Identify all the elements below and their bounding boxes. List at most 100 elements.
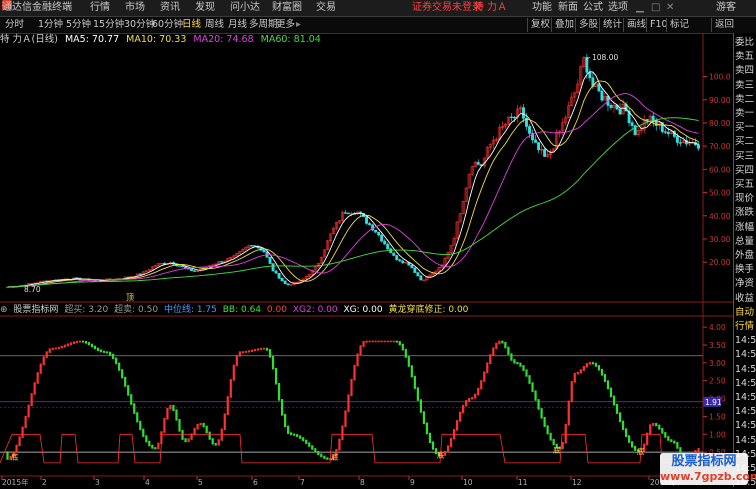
ma10-line [7,80,699,288]
wave-segment [30,393,33,407]
candle-body [368,223,372,226]
wave-segment [631,441,634,448]
wave-segment [326,457,329,460]
candle-body [262,249,266,253]
wave-segment [459,411,462,422]
candle-body [286,283,290,286]
sidebar-item: 涨跌 [735,207,755,219]
candle-body [365,216,369,224]
wave-segment [105,351,109,354]
candle-body [663,131,667,133]
wave-segment [634,445,637,451]
wave-segment [655,422,658,427]
candle-body [678,142,682,144]
x-tick-label: 2015年 [2,477,29,487]
candle-body [392,252,396,256]
wave-segment [585,363,588,368]
wave-segment [498,340,501,345]
wave-segment [305,439,308,444]
wave-segment [462,404,465,414]
x-tick-label: 12 [572,478,582,487]
wave-segment [501,340,504,344]
x-tick-label: 4 [145,478,150,487]
candle-body [271,263,275,272]
wave-segment [232,364,235,381]
wave-segment [510,353,513,361]
candle-body [344,212,347,214]
wave-segment [652,422,655,426]
candle-body [597,83,601,92]
wave-segment [33,382,36,395]
quote-sidebar: 委比 卖五 卖四 卖三 卖二 卖一 买一 买二 买三 买四 买五 现价 涨跌 涨幅 总量 外盘 换手 净资 收益 自动… [733,33,756,488]
ma5-line [7,71,699,288]
sidebar-item: 14:50 [735,335,756,347]
wave-segment [277,382,281,401]
wave-segment [202,422,205,428]
wave-segment [208,431,211,440]
candle-body [522,107,525,119]
candle-body [618,108,622,115]
bottom-mark-label: 底 [437,450,445,460]
sidebar-item: 买五 [735,179,755,190]
candle-body [419,275,423,281]
candle-body [422,279,426,282]
wave-segment [621,420,625,430]
sidebar-item: 14:50 [735,406,756,418]
wave-segment [72,341,75,344]
wave-segment [69,342,72,346]
price-tick-label: 40.00 [709,212,731,221]
top-mark-label: 顶 [126,293,134,302]
candle-body [476,162,480,165]
sidebar-item: 净资 [735,278,755,290]
sidebar-item: 卖二 [735,93,755,105]
wave-segment [121,369,124,379]
wave-segment [573,372,576,383]
wave-segment [564,423,567,444]
wave-segment [115,357,118,365]
wave-segment [157,442,160,450]
x-tick-label: 11 [518,478,528,487]
wave-segment [274,367,278,385]
wave-segment [419,399,422,413]
wave-segment [356,353,359,367]
wave-segment [299,435,302,439]
wave-segment [127,385,130,396]
sidebar-item: 买三 [735,150,755,162]
wave-segment [398,341,401,346]
price-tick-label: 20.00 [709,258,731,267]
wave-segment [250,349,254,352]
wave-segment [163,417,166,433]
sidebar-item: 涨幅 [735,221,755,233]
wave-segment [495,342,498,349]
wave-segment [413,375,416,389]
wave-segment [649,424,652,435]
wave-segment [314,448,317,453]
wave-segment [588,362,591,365]
candle-body [398,259,402,262]
wave-segment [151,444,154,449]
candle-body [675,136,679,143]
wave-segment [609,387,613,398]
candle-body [609,105,613,108]
candle-body [697,144,700,149]
wave-segment [492,347,495,356]
candle-body [377,231,381,236]
wave-segment [226,396,229,416]
wave-segment [540,408,543,419]
wave-segment [570,381,573,403]
sidebar-item: 卖一 [735,108,755,119]
wave-segment [480,380,483,390]
indicator-tick-label: 2.50 [709,377,726,386]
kline-chart[interactable]: 100.0 90.00 80.00 70.00 60.00 50.00 40.00 30.00… [0,0,733,487]
candle-body [374,229,378,233]
wave-segment [395,340,398,343]
wave-segment [256,348,260,351]
wave-segment [468,397,471,402]
wave-segment [290,432,293,436]
wave-segment [425,422,429,435]
wave-segment [383,340,386,343]
indicator-tick-label: 3.50 [709,341,726,350]
wave-segment [667,436,670,441]
wave-segment [344,410,347,428]
wave-segment [178,418,181,432]
